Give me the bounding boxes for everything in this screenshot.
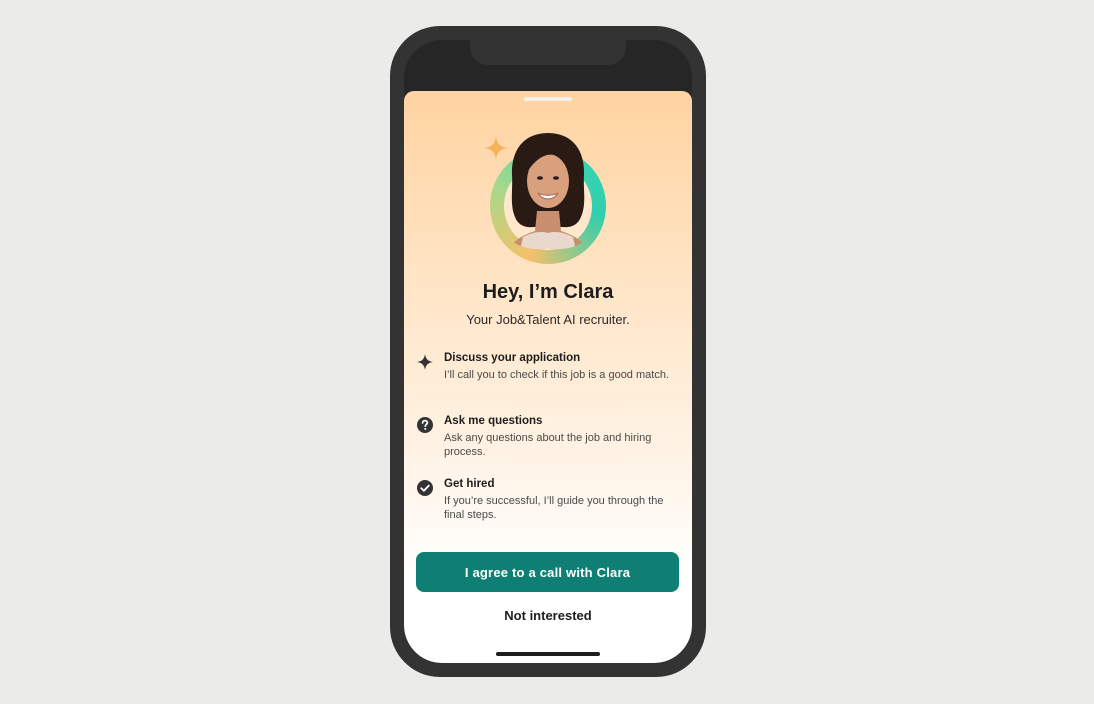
feature-heading: Ask me questions — [444, 415, 543, 427]
phone-screen: Hey, I’m Clara Your Job&Talent AI recrui… — [404, 40, 692, 663]
feature-body: If you’re successful, I’ll guide you thr… — [444, 495, 664, 521]
phone-notch — [470, 40, 626, 65]
phone-frame: Hey, I’m Clara Your Job&Talent AI recrui… — [390, 26, 706, 677]
feature-heading: Get hired — [444, 478, 495, 490]
question-circle-icon — [417, 417, 433, 433]
not-interested-button[interactable]: Not interested — [404, 608, 692, 623]
sparkle-icon — [417, 354, 433, 370]
feature-body: Ask any questions about the job and hiri… — [444, 432, 652, 458]
feature-heading: Discuss your application — [444, 352, 581, 364]
sheet-grabber[interactable] — [524, 97, 572, 101]
bottom-sheet: Hey, I’m Clara Your Job&Talent AI recrui… — [404, 91, 692, 663]
avatar — [505, 133, 591, 250]
page-subtitle: Your Job&Talent AI recruiter. — [466, 312, 630, 327]
check-circle-icon — [417, 480, 433, 496]
home-indicator — [496, 652, 600, 656]
agree-call-button[interactable]: I agree to a call with Clara — [416, 552, 679, 592]
page-title: Hey, I’m Clara — [482, 281, 614, 303]
feature-body: I’ll call you to check if this job is a … — [444, 369, 669, 381]
